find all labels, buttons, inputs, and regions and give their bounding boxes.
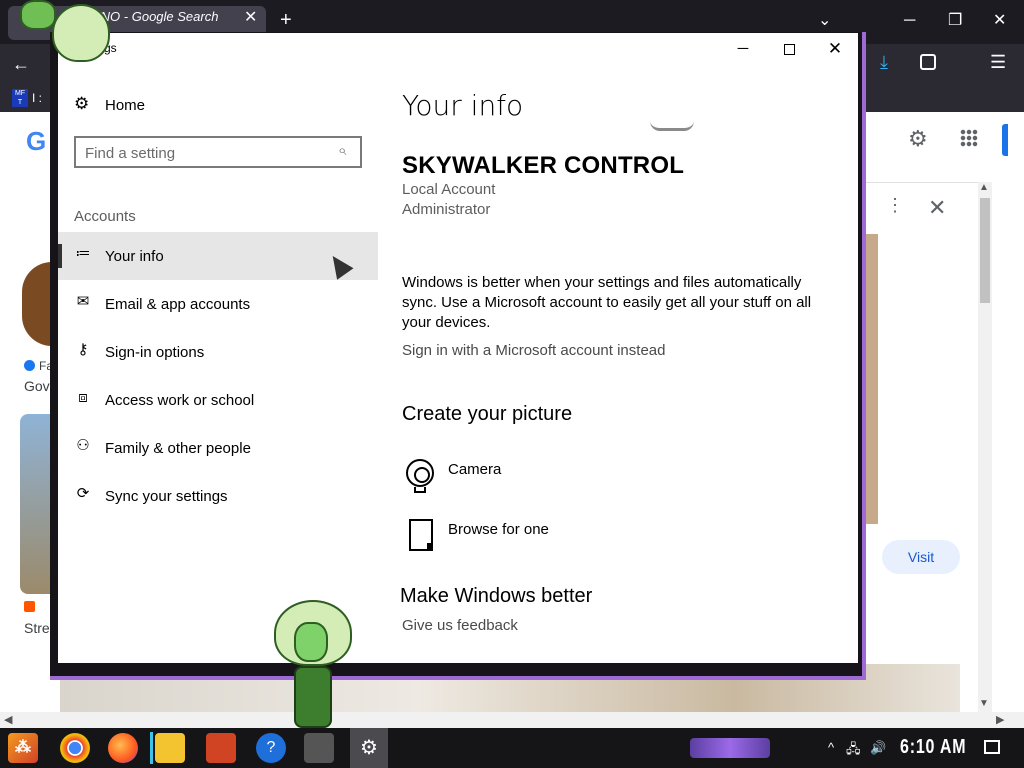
- nav-item-label: Access work or school: [105, 392, 255, 409]
- microsoft-account-link[interactable]: Sign in with a Microsoft account instead: [402, 342, 665, 359]
- search-input[interactable]: [85, 143, 325, 163]
- home-gear-icon: ⚙: [74, 94, 90, 113]
- browse-option[interactable]: Browse for one: [402, 517, 702, 557]
- scroll-up-arrow-icon[interactable]: ▲: [979, 182, 989, 193]
- powerpoint-icon[interactable]: [206, 733, 236, 763]
- facebook-icon: [24, 360, 35, 371]
- tab-list-chevron-icon[interactable]: ⌄: [818, 12, 831, 30]
- preview-image: [866, 234, 878, 524]
- nav-item-label: Email & app accounts: [105, 296, 251, 313]
- your-info-content: Your info SKYWALKER CONTROL Local Accoun…: [400, 33, 832, 663]
- new-tab-button[interactable]: +: [280, 10, 292, 30]
- network-icon[interactable]: 🖧: [846, 740, 861, 762]
- scroll-left-arrow-icon[interactable]: ◀: [4, 713, 12, 726]
- nav-item-sync-settings[interactable]: ⟳ Sync your settings: [58, 472, 378, 520]
- find-setting-search[interactable]: ⌕: [74, 136, 362, 168]
- google-settings-gear-icon[interactable]: ⚙: [908, 126, 928, 152]
- user-name: SKYWALKER CONTROL: [402, 152, 685, 179]
- nav-item-your-info[interactable]: ≔ Your info: [58, 232, 378, 280]
- google-logo[interactable]: G: [26, 126, 46, 157]
- notification-icon[interactable]: [984, 740, 1000, 754]
- sign-in-button-edge[interactable]: [1002, 124, 1008, 156]
- nav-item-label: Sign-in options: [105, 344, 205, 361]
- settings-nav-pane: ⚙ Home ⌕ Accounts ≔ Your info ✉ Email & …: [58, 33, 378, 663]
- scroll-right-arrow-icon[interactable]: ▶: [996, 713, 1004, 726]
- search-icon[interactable]: ⌕: [338, 142, 346, 159]
- browser-minimize-button[interactable]: ─: [904, 12, 915, 30]
- mail-icon: ✉: [76, 293, 90, 310]
- make-windows-better-heading: Make Windows better: [400, 585, 593, 607]
- document-icon: [404, 517, 436, 555]
- nav-item-sign-in-options[interactable]: ⚷ Sign-in options: [58, 328, 378, 376]
- taskbar-decoration: [690, 738, 770, 758]
- person-card-icon: ≔: [75, 245, 91, 262]
- browse-label: Browse for one: [448, 521, 549, 538]
- nav-item-label: Family & other people: [105, 440, 251, 457]
- camera-option[interactable]: Camera: [402, 457, 702, 497]
- briefcase-icon: ⧈: [78, 389, 88, 406]
- key-icon: ⚷: [77, 341, 89, 358]
- horizontal-scrollbar[interactable]: [0, 712, 1024, 728]
- bookmark-favicon-icon[interactable]: MF T: [12, 89, 28, 107]
- settings-window: ⚙ Home ⌕ Accounts ≔ Your info ✉ Email & …: [58, 33, 858, 663]
- nav-home-label: Home: [105, 97, 146, 114]
- page-title: Your info: [402, 89, 524, 122]
- active-indicator: [58, 244, 62, 268]
- peridot-sticker-bottom: [272, 600, 354, 728]
- nav-item-access-work-school[interactable]: ⧈ Access work or school: [58, 376, 378, 424]
- clock[interactable]: 6:10 AM: [900, 736, 966, 759]
- visit-button[interactable]: Visit: [882, 540, 960, 574]
- nav-item-label: Sync your settings: [105, 488, 228, 505]
- file-explorer-icon[interactable]: [155, 733, 185, 763]
- nav-item-email-app-accounts[interactable]: ✉ Email & app accounts: [58, 280, 378, 328]
- browser-restore-button[interactable]: ❐: [948, 12, 962, 30]
- help-icon[interactable]: ?: [256, 733, 286, 763]
- create-picture-heading: Create your picture: [402, 403, 573, 425]
- peridot-sticker-top: [14, 0, 114, 64]
- account-type: Local Account: [402, 181, 496, 198]
- settings-taskbar-icon[interactable]: ⚙: [350, 728, 388, 768]
- nav-home[interactable]: ⚙ Home: [74, 93, 374, 117]
- active-app-indicator: [150, 732, 153, 764]
- tab-close-icon[interactable]: ✕: [244, 7, 257, 27]
- camera-icon: [404, 457, 436, 495]
- panel-close-icon[interactable]: ✕: [928, 195, 946, 221]
- extensions-icon[interactable]: [920, 54, 936, 70]
- scroll-down-arrow-icon[interactable]: ▼: [979, 698, 989, 709]
- hamburger-menu-icon[interactable]: ☰: [990, 52, 1006, 73]
- start-button[interactable]: ⁂: [8, 733, 38, 763]
- nav-section-heading: Accounts: [74, 208, 136, 225]
- browser-close-button[interactable]: ✕: [993, 12, 1006, 30]
- firefox-icon[interactable]: [108, 733, 138, 763]
- chrome-icon[interactable]: [60, 733, 90, 763]
- google-apps-grid-icon[interactable]: [960, 129, 978, 147]
- avatar: [650, 121, 694, 131]
- sync-description: Windows is better when your settings and…: [402, 274, 812, 331]
- tray-chevron-icon[interactable]: ^: [828, 740, 834, 755]
- account-role: Administrator: [402, 201, 491, 218]
- add-person-icon: ⚇: [76, 437, 90, 454]
- image-app-icon[interactable]: [304, 733, 334, 763]
- sync-icon: ⟳: [76, 485, 90, 502]
- result-thumbnail[interactable]: [20, 414, 52, 594]
- result-title[interactable]: Stre: [24, 620, 50, 636]
- vertical-scroll-thumb[interactable]: [980, 198, 990, 303]
- bookmark-link[interactable]: I :: [32, 91, 42, 105]
- nav-item-label: Your info: [105, 248, 164, 265]
- result-title[interactable]: Gov: [24, 378, 50, 394]
- feedback-link[interactable]: Give us feedback: [402, 617, 518, 634]
- soundcloud-icon: [24, 601, 35, 612]
- camera-label: Camera: [448, 461, 502, 478]
- download-icon[interactable]: ⤓: [880, 52, 888, 73]
- volume-icon[interactable]: 🔊: [870, 740, 886, 756]
- more-options-icon[interactable]: ⋮: [886, 196, 904, 214]
- nav-item-family-other-people[interactable]: ⚇ Family & other people: [58, 424, 378, 472]
